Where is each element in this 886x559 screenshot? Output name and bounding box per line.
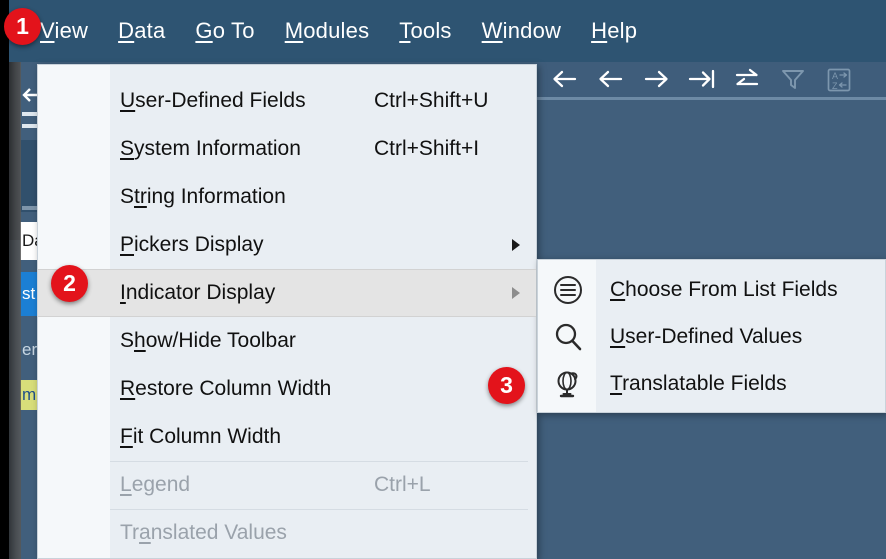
menu-item-label: System Information — [120, 137, 301, 161]
menu-item-label: Restore Column Width — [120, 377, 331, 401]
view-menu-item-translated-values: Translated Values — [38, 509, 536, 557]
arrow-left-icon[interactable] — [587, 62, 631, 98]
view-menu-item-legend: Legend Ctrl+L — [38, 461, 536, 509]
submenu-item-translatable-fields[interactable]: Translatable Fields — [538, 360, 885, 407]
view-dropdown-menu: User-Defined Fields Ctrl+Shift+U System In… — [37, 64, 537, 559]
sort-az-icon: AZ — [817, 62, 861, 98]
globe-icon — [550, 366, 586, 402]
arrow-right-last-icon[interactable] — [679, 62, 723, 98]
svg-text:A: A — [832, 71, 838, 81]
menu-bar: View Data Go To Modules Tools Window Help — [8, 0, 886, 62]
menu-item-shortcut: Ctrl+L — [374, 473, 431, 497]
menu-item-label: Translated Values — [120, 521, 287, 545]
menubar-item-help[interactable]: Help — [589, 18, 639, 44]
toolbar: AZ — [537, 62, 886, 98]
screenshot-root: Da st er m ViewDataGo ToModulesToolsWind… — [0, 0, 886, 559]
menu-item-label: Indicator Display — [120, 281, 275, 305]
view-menu-item-show-hide-toolbar[interactable]: Show/Hide Toolbar — [38, 317, 536, 365]
menu-item-label: String Information — [120, 185, 286, 209]
menubar-item-go-to[interactable]: Go To — [193, 18, 256, 44]
toolbar-separator — [537, 97, 886, 100]
menubar-item-data[interactable]: Data — [116, 18, 167, 44]
step-badge-2: 2 — [51, 265, 88, 302]
menu-item-label: Legend — [120, 473, 190, 497]
view-menu-item-user-defined-fields[interactable]: User-Defined Fields Ctrl+Shift+U — [38, 77, 536, 125]
arrow-right-icon[interactable] — [633, 62, 677, 98]
step-badge-3: 3 — [488, 367, 525, 404]
view-menu-item-string-information[interactable]: String Information — [38, 173, 536, 221]
step-badge-1: 1 — [4, 8, 41, 45]
swap-arrows-icon[interactable] — [725, 62, 769, 98]
arrow-left-first-icon[interactable] — [541, 62, 585, 98]
submenu-item-choose-from-list-fields[interactable]: Choose From List Fields — [538, 266, 885, 313]
filter-funnel-icon — [771, 62, 815, 98]
window-left-border — [0, 0, 9, 559]
list-circle-icon — [550, 272, 586, 308]
view-menu-item-restore-column-width[interactable]: Restore Column Width — [38, 365, 536, 413]
menu-item-shortcut: Ctrl+Shift+U — [374, 89, 488, 113]
menubar-item-window[interactable]: Window — [480, 18, 563, 44]
menu-item-label: Pickers Display — [120, 233, 264, 257]
menu-item-label: User-Defined Fields — [120, 89, 306, 113]
menu-drop-shadow — [8, 62, 21, 559]
menubar-item-view[interactable]: View — [38, 18, 90, 44]
magnifier-icon — [550, 319, 586, 355]
menu-item-shortcut: Ctrl+Shift+I — [374, 137, 479, 161]
view-menu-item-indicator-display[interactable]: Indicator Display — [38, 269, 536, 317]
menu-item-label: Fit Column Width — [120, 425, 281, 449]
view-menu-item-system-information[interactable]: System Information Ctrl+Shift+I — [38, 125, 536, 173]
submenu-item-user-defined-values[interactable]: User-Defined Values — [538, 313, 885, 360]
menubar-item-tools[interactable]: Tools — [397, 18, 453, 44]
indicator-display-submenu: Choose From List FieldsUser-Defined Valu… — [537, 259, 886, 413]
view-menu-item-fit-column-width[interactable]: Fit Column Width — [38, 413, 536, 461]
menu-item-label: Show/Hide Toolbar — [120, 329, 296, 353]
submenu-arrow-icon — [512, 287, 520, 299]
svg-text:Z: Z — [832, 81, 838, 91]
menubar-item-modules[interactable]: Modules — [283, 18, 372, 44]
submenu-arrow-icon — [512, 239, 520, 251]
view-menu-item-pickers-display[interactable]: Pickers Display — [38, 221, 536, 269]
